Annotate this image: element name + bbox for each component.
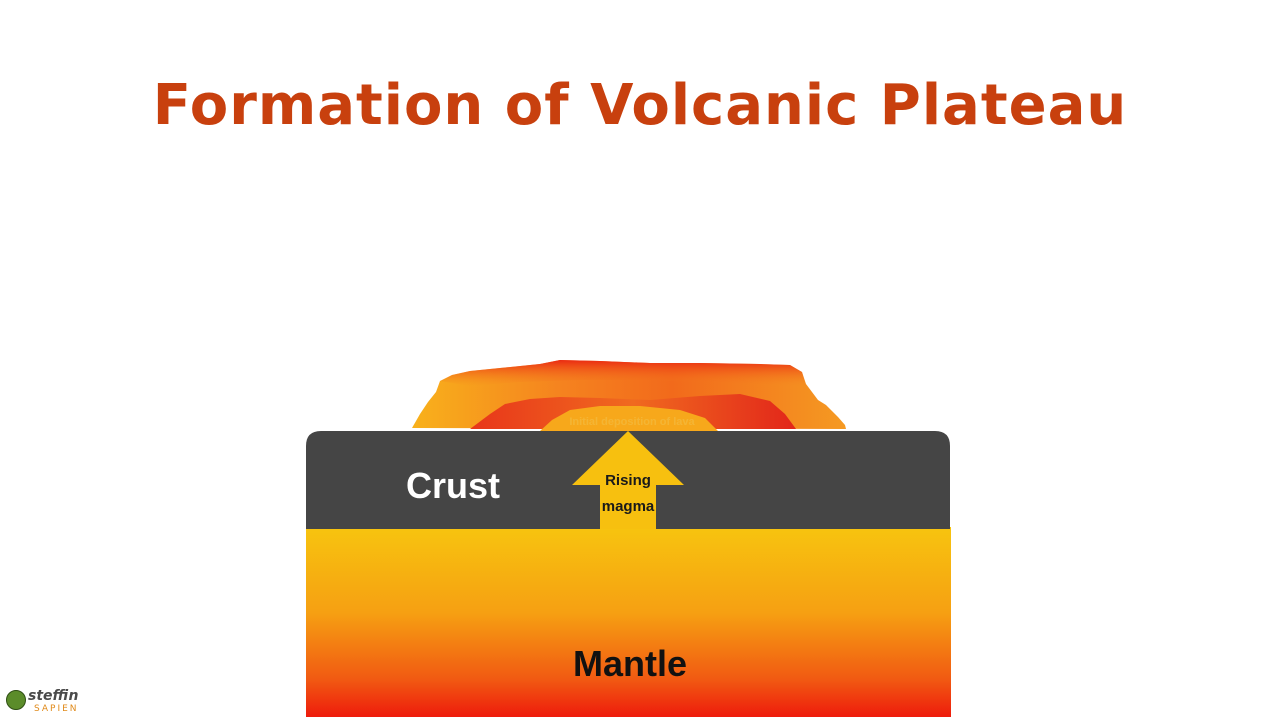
rising-magma-label-line1: Rising xyxy=(605,472,651,489)
initial-deposition-label: Initial deposition of lava xyxy=(569,416,695,428)
crust-label: Crust xyxy=(406,465,500,506)
logo: steffin SAPIEN xyxy=(4,688,99,718)
logo-subtitle: SAPIEN xyxy=(34,704,79,714)
logo-name: steffin xyxy=(28,688,79,704)
slide: Formation of Volcanic Plateau Initial de… xyxy=(0,0,1280,720)
volcanic-plateau-diagram: Initial deposition of lava Crust Rising … xyxy=(306,360,951,717)
mantle-layer xyxy=(306,527,951,717)
globe-icon xyxy=(6,690,26,710)
mantle-label: Mantle xyxy=(573,643,687,684)
rising-magma-label-line2: magma xyxy=(602,498,655,515)
